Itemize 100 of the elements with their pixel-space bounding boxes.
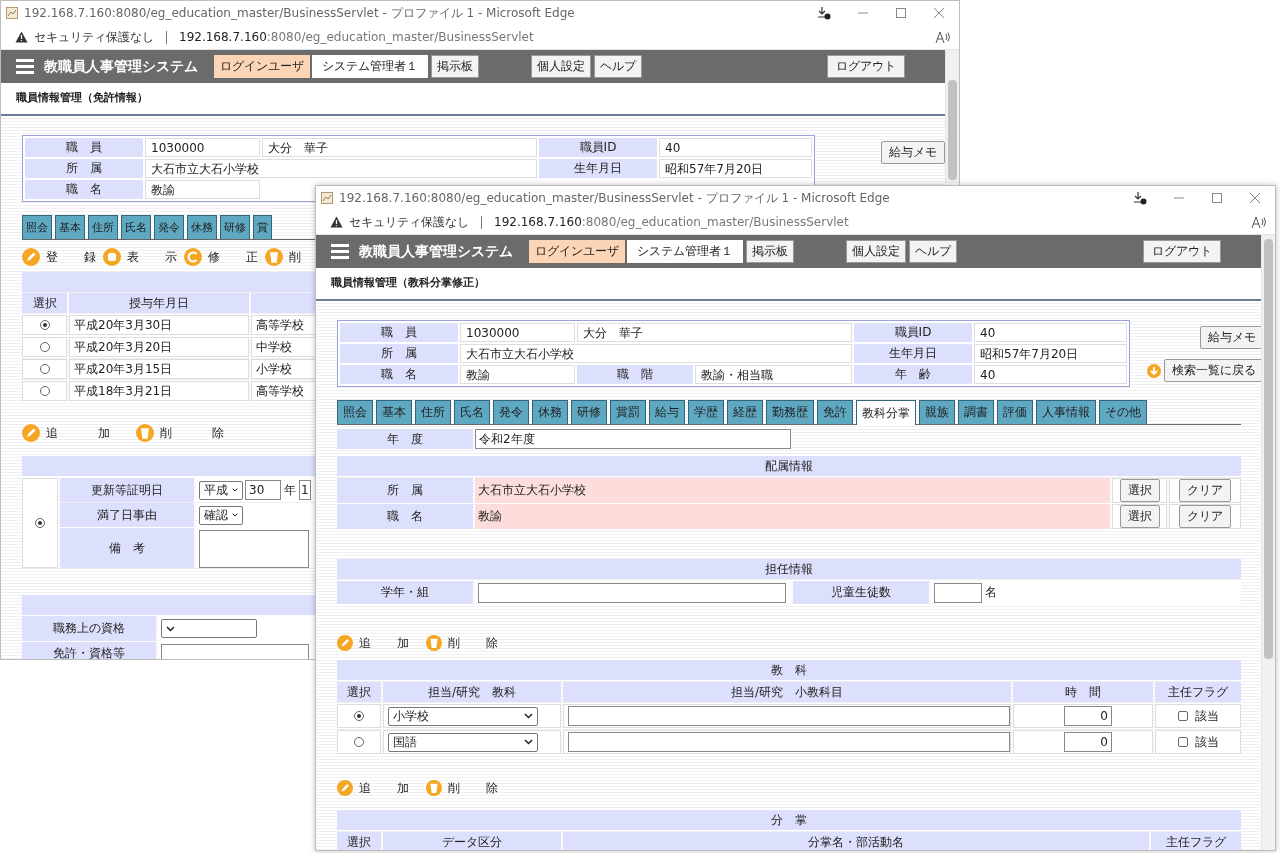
tab[interactable]: 免許 [817, 400, 853, 424]
scrollbar[interactable] [945, 50, 959, 183]
tab[interactable]: 休務 [532, 400, 568, 424]
tab[interactable]: 基本 [376, 400, 412, 424]
toolbar-button[interactable]: 削 [265, 248, 308, 266]
tab[interactable]: 親族 [919, 400, 955, 424]
toolbar-button[interactable]: 削 除 [136, 424, 238, 442]
radio-button[interactable] [354, 711, 364, 721]
settings-button[interactable]: 個人設定 [846, 240, 906, 263]
tab[interactable]: その他 [1099, 400, 1147, 424]
month-input[interactable]: 1 [299, 480, 311, 500]
radio-button[interactable] [35, 518, 45, 528]
close-icon[interactable] [1249, 192, 1261, 204]
read-aloud-icon[interactable] [935, 30, 951, 44]
scroll-thumb[interactable] [948, 80, 957, 180]
field-value: 大石市立大石小学校 [145, 159, 537, 178]
settings-button[interactable]: 個人設定 [531, 55, 591, 78]
checkbox[interactable] [1177, 737, 1188, 747]
count-input[interactable] [934, 582, 982, 603]
read-aloud-icon[interactable] [1251, 215, 1267, 229]
help-button[interactable]: ヘルプ [909, 240, 957, 263]
download-icon[interactable] [1133, 191, 1147, 205]
toolbar-button[interactable]: 表 示 [103, 248, 184, 266]
select-button[interactable]: 選択 [1119, 479, 1160, 502]
qualification-select[interactable] [161, 619, 257, 638]
toolbar-button[interactable]: 削 除 [426, 779, 505, 797]
class-input[interactable] [478, 582, 786, 603]
hours-input[interactable]: 0 [1064, 732, 1112, 752]
year-input[interactable]: 30 [245, 480, 281, 500]
salary-memo-button[interactable]: 給与メモ [1200, 326, 1261, 349]
download-icon[interactable] [817, 6, 831, 20]
scroll-thumb[interactable] [1264, 239, 1273, 659]
subject-select[interactable]: 小学校 [388, 706, 538, 726]
toolbar-button[interactable]: 追 加 [337, 779, 416, 797]
tab[interactable]: 住所 [415, 400, 451, 424]
checkbox[interactable] [1177, 711, 1188, 721]
radio-button[interactable] [354, 737, 364, 747]
year-field[interactable]: 令和2年度 [475, 429, 791, 449]
tab[interactable]: 氏名 [121, 215, 151, 239]
tab[interactable]: 勤務歴 [766, 400, 814, 424]
toolbar-button[interactable]: 登 録 [22, 248, 103, 266]
tab[interactable]: 研修 [220, 215, 250, 239]
subject-detail-input[interactable] [568, 706, 1010, 726]
reason-select[interactable]: 確認 [199, 505, 243, 525]
field-label: 所 属 [340, 344, 458, 363]
tab[interactable]: 調書 [958, 400, 994, 424]
subject-detail-input[interactable] [568, 732, 1010, 752]
tab[interactable]: 研修 [571, 400, 607, 424]
era-select[interactable]: 平成 [199, 480, 243, 500]
address-field[interactable]: 192.168.7.160:8080/eg_education_master/BusinessServlet [494, 215, 849, 229]
tab[interactable]: 学歴 [688, 400, 724, 424]
caret-icon [232, 487, 238, 493]
logout-button[interactable]: ログアウト [827, 55, 905, 78]
column-header: 主任フラグ [1155, 682, 1241, 702]
field-value: 教諭 [145, 180, 260, 199]
back-to-list-button[interactable]: 検索一覧に戻る [1164, 359, 1261, 382]
hours-input[interactable]: 0 [1064, 706, 1112, 726]
scrollbar[interactable] [1261, 235, 1275, 850]
security-label[interactable]: セキュリティ保護なし [34, 28, 154, 46]
toolbar-button[interactable]: 削 除 [426, 634, 505, 652]
salary-memo-button[interactable]: 給与メモ [881, 141, 945, 164]
tab[interactable]: 氏名 [454, 400, 490, 424]
toolbar-button[interactable]: 追 加 [22, 424, 124, 442]
clear-button[interactable]: クリア [1179, 505, 1231, 528]
tab[interactable]: 評価 [997, 400, 1033, 424]
field-value: 大石市立大石小学校 [475, 478, 1110, 503]
tab[interactable]: 人事情報 [1036, 400, 1096, 424]
tab[interactable]: 基本 [55, 215, 85, 239]
radio-button[interactable] [39, 320, 50, 330]
board-button[interactable]: 掲示板 [431, 55, 479, 78]
select-button[interactable]: 選択 [1119, 505, 1160, 528]
tab[interactable]: 賞罰 [610, 400, 646, 424]
menu-icon[interactable] [16, 59, 34, 74]
security-label[interactable]: セキュリティ保護なし [349, 213, 469, 231]
tab[interactable]: 休務 [187, 215, 217, 239]
tab[interactable]: 住所 [88, 215, 118, 239]
board-button[interactable]: 掲示板 [746, 240, 794, 263]
remarks-field[interactable] [199, 530, 309, 568]
maximize-icon[interactable] [1211, 192, 1223, 204]
radio-button[interactable] [39, 386, 50, 396]
tab[interactable]: 照会 [22, 215, 52, 239]
tab[interactable]: 照会 [337, 400, 373, 424]
radio-button[interactable] [39, 364, 50, 374]
address-field[interactable]: 192.168.7.160:8080/eg_education_master/BusinessServlet [179, 30, 534, 44]
tab[interactable]: 教科分掌 [856, 400, 916, 425]
close-icon[interactable] [933, 7, 945, 19]
radio-button[interactable] [39, 342, 50, 352]
toolbar-button[interactable]: 追 加 [337, 634, 416, 652]
menu-icon[interactable] [331, 244, 349, 259]
tab[interactable]: 経歴 [727, 400, 763, 424]
subject-select[interactable]: 国語 [388, 732, 538, 752]
tab[interactable]: 発令 [493, 400, 529, 424]
clear-button[interactable]: クリア [1179, 479, 1231, 502]
tab[interactable]: 発令 [154, 215, 184, 239]
tab[interactable]: 給与 [649, 400, 685, 424]
logout-button[interactable]: ログアウト [1143, 240, 1221, 263]
help-button[interactable]: ヘルプ [594, 55, 642, 78]
toolbar-button[interactable]: 修 正 [184, 248, 265, 266]
maximize-icon[interactable] [895, 7, 907, 19]
tab[interactable]: 賞 [253, 215, 272, 239]
